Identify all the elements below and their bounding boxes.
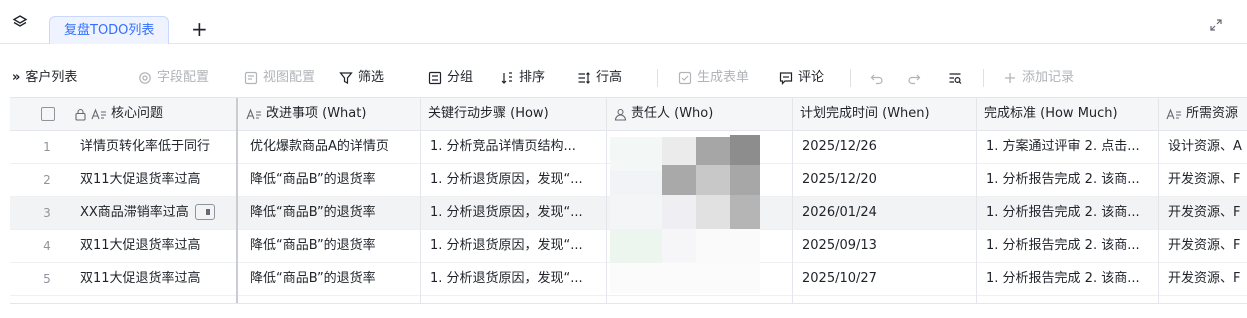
row-number: 1: [43, 140, 51, 154]
add-tab-button[interactable]: +: [191, 18, 208, 40]
redacted-owner-mosaic: [610, 129, 780, 297]
plus-icon: [1005, 73, 1015, 83]
frozen-column-divider[interactable]: [236, 98, 238, 303]
cell-standard[interactable]: 1. 分析报告完成 2. 该商...: [978, 263, 1158, 295]
field-config-button[interactable]: 字段配置: [138, 68, 209, 88]
row-number: 5: [43, 272, 51, 286]
column-divider: [792, 98, 793, 303]
cell-how[interactable]: 1. 分析退货原因，发现“...: [422, 164, 606, 196]
tab-bar: 复盘TODO列表 +: [0, 0, 1247, 44]
layers-icon[interactable]: [12, 14, 28, 30]
cell-resources[interactable]: 开发资源、F: [1160, 263, 1247, 295]
cell-how[interactable]: 1. 分析退货原因，发现“...: [422, 263, 606, 295]
expand-icon[interactable]: [1209, 18, 1223, 32]
column-header-issue[interactable]: 核心问题: [66, 98, 236, 130]
view-name[interactable]: 客户列表: [25, 68, 77, 88]
cell-how[interactable]: 1. 分析退货原因，发现“...: [422, 230, 606, 262]
undo-icon: [870, 74, 883, 85]
cell-when[interactable]: 2026/01/24: [794, 197, 976, 229]
expand-views-icon[interactable]: »: [12, 68, 20, 88]
row-number: 4: [43, 239, 51, 253]
generate-form-button[interactable]: 生成表单: [678, 68, 749, 88]
cell-what[interactable]: 优化爆款商品A的详情页: [242, 131, 420, 163]
redo-icon: [908, 74, 921, 85]
select-all-checkbox[interactable]: [41, 107, 55, 121]
cell-resources[interactable]: 开发资源、F: [1160, 197, 1247, 229]
view-config-button[interactable]: 视图配置: [244, 68, 315, 88]
cell-resources[interactable]: 开发资源、F: [1160, 230, 1247, 262]
column-divider: [976, 98, 977, 303]
column-header-resources[interactable]: 所需资源: [1158, 98, 1247, 130]
cell-what[interactable]: 降低“商品B”的退货率: [242, 230, 420, 262]
column-header-when[interactable]: 计划完成时间 (When): [792, 98, 976, 130]
toolbar-divider: [983, 69, 984, 87]
lock-icon: [75, 108, 86, 121]
cell-resources[interactable]: 开发资源、F: [1160, 164, 1247, 196]
column-divider: [606, 98, 607, 303]
cell-standard[interactable]: 1. 方案通过评审 2. 点击...: [978, 131, 1158, 163]
column-header-how[interactable]: 关键行动步骤 (How): [420, 98, 606, 130]
cell-when[interactable]: 2025/10/27: [794, 263, 976, 295]
group-button[interactable]: 分组: [428, 68, 473, 88]
cell-when[interactable]: 2025/09/13: [794, 230, 976, 262]
filter-icon: [339, 72, 353, 84]
row-height-button[interactable]: 行高: [577, 68, 622, 88]
person-icon: [614, 108, 627, 121]
cell-how[interactable]: 1. 分析退货原因，发现“...: [422, 197, 606, 229]
column-header-what[interactable]: 改进事项 (What): [238, 98, 420, 130]
cell-standard[interactable]: 1. 分析报告完成 2. 该商...: [978, 164, 1158, 196]
comment-button[interactable]: 评论: [779, 68, 824, 88]
cell-what[interactable]: 降低“商品B”的退货率: [242, 197, 420, 229]
text-field-icon: [91, 107, 106, 119]
cell-when[interactable]: 2025/12/20: [794, 164, 976, 196]
cell-what[interactable]: 降低“商品B”的退货率: [242, 263, 420, 295]
row-number: 2: [43, 173, 51, 187]
redo-button[interactable]: [907, 68, 921, 88]
form-icon: [678, 71, 692, 85]
view-toolbar: » 客户列表 字段配置 视图配置 筛选 分组 排序 行高 生成表单 评论 添加记…: [0, 60, 1247, 96]
undo-button[interactable]: [870, 68, 884, 88]
comment-icon: [779, 72, 793, 85]
group-icon: [428, 71, 442, 85]
cell-how[interactable]: 1. 分析竞品详情页结构...: [422, 131, 606, 163]
row-number: 3: [43, 206, 51, 220]
gear-icon: [139, 72, 151, 84]
search-list-icon: [949, 73, 962, 84]
row-height-icon: [578, 72, 590, 84]
tab-todo-list[interactable]: 复盘TODO列表: [49, 16, 170, 44]
toolbar-divider: [850, 69, 851, 87]
cell-standard[interactable]: 1. 分析报告完成 2. 该商...: [978, 197, 1158, 229]
cell-issue[interactable]: 详情页转化率低于同行: [72, 131, 238, 163]
toolbar-divider: [657, 69, 658, 87]
column-header-who[interactable]: 责任人 (Who): [606, 98, 792, 130]
cell-standard[interactable]: 1. 分析报告完成 2. 该商...: [978, 230, 1158, 262]
view-switch[interactable]: » 客户列表: [12, 68, 77, 88]
cell-what[interactable]: 降低“商品B”的退货率: [242, 164, 420, 196]
sort-icon: [501, 72, 512, 84]
cell-resources[interactable]: 设计资源、A: [1160, 131, 1247, 163]
cell-when[interactable]: 2025/12/26: [794, 131, 976, 163]
search-button[interactable]: [948, 68, 962, 88]
add-record-button[interactable]: 添加记录: [1003, 68, 1074, 88]
expand-record-icon[interactable]: [194, 203, 215, 220]
cell-issue[interactable]: 双11大促退货率过高: [72, 230, 238, 262]
filter-button[interactable]: 筛选: [339, 68, 384, 88]
text-field-icon: [1166, 107, 1181, 119]
sort-button[interactable]: 排序: [500, 68, 545, 88]
column-divider: [420, 98, 421, 303]
cell-issue[interactable]: 双11大促退货率过高: [72, 164, 238, 196]
column-divider: [1158, 98, 1159, 303]
cell-issue[interactable]: XX商品滞销率过高: [72, 197, 238, 229]
table-header: 核心问题 改进事项 (What) 关键行动步骤 (How) 责任人 (Who) …: [10, 98, 1247, 131]
cell-issue[interactable]: 双11大促退货率过高: [72, 263, 238, 295]
view-config-icon: [244, 71, 258, 85]
column-header-how-much[interactable]: 完成标准 (How Much): [976, 98, 1158, 130]
text-field-icon: [246, 107, 261, 119]
